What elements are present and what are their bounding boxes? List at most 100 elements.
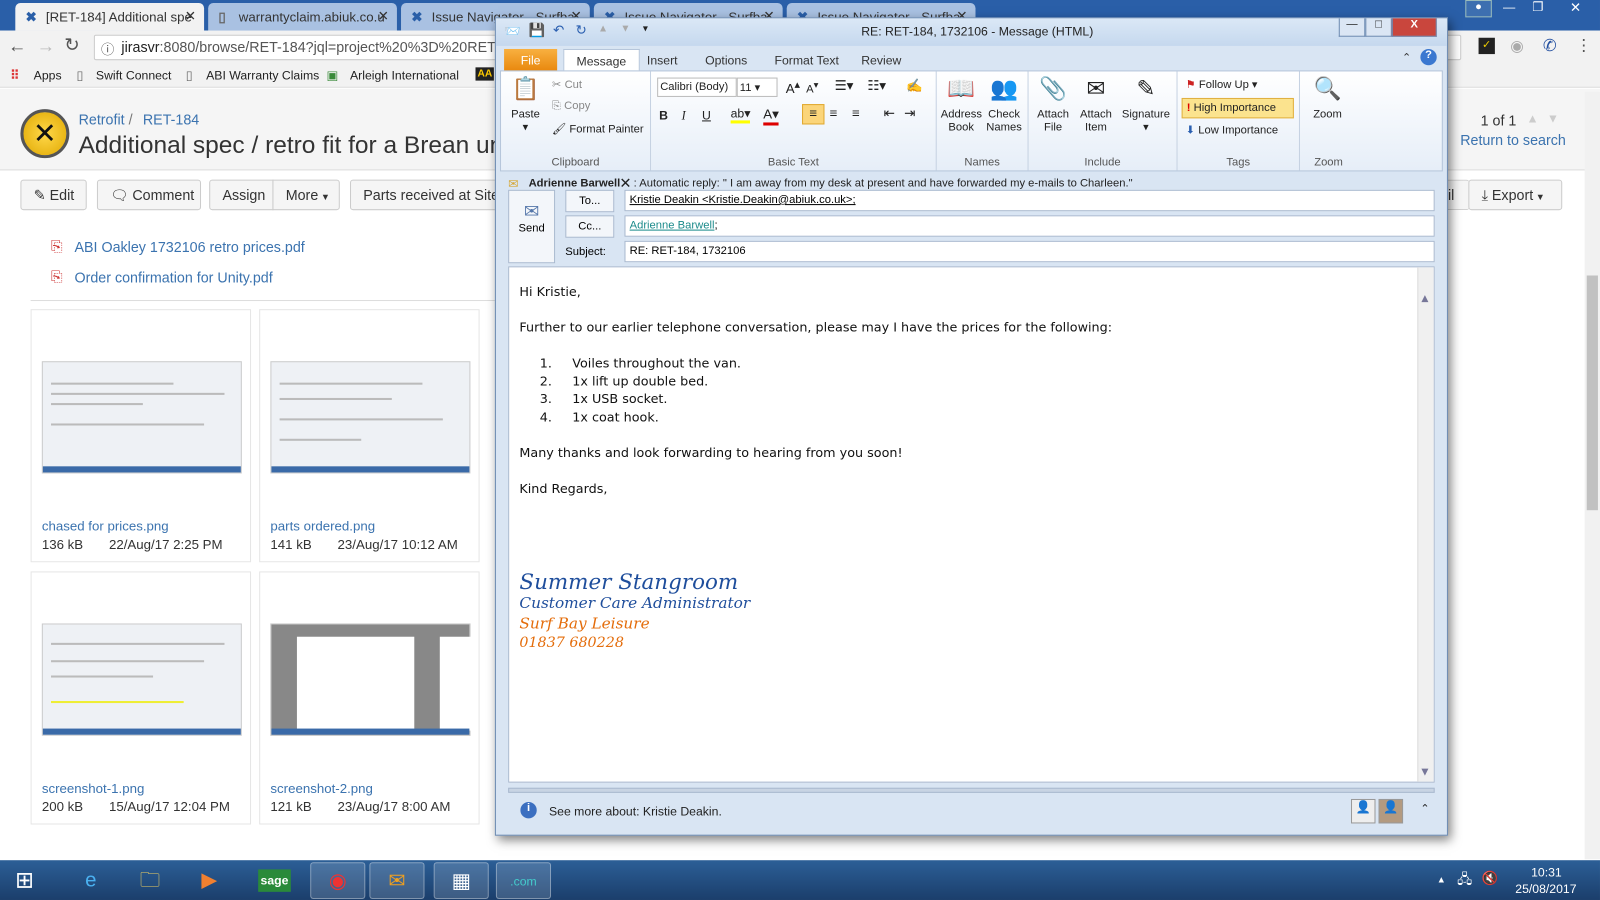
next-item-icon[interactable]: ▼: [620, 23, 630, 34]
expand-people-pane-icon[interactable]: ⌃: [1420, 802, 1429, 815]
cc-button[interactable]: Cc...: [565, 215, 615, 238]
minimize-button[interactable]: —: [1496, 0, 1523, 17]
attachment-name[interactable]: screenshot-2.png: [270, 781, 373, 796]
format-painter-button[interactable]: 🖌 Format Painter: [552, 122, 644, 135]
attachment-thumbnail[interactable]: [41, 623, 242, 736]
italic-icon[interactable]: I: [682, 108, 686, 123]
file-explorer-icon[interactable]: 🗀: [122, 862, 177, 899]
start-button[interactable]: ⊞: [2, 862, 47, 899]
highlight-icon[interactable]: ab▾: [730, 106, 751, 124]
tab-format-text[interactable]: Format Text: [762, 49, 851, 70]
attachment-card[interactable]: parts ordered.png 141 kB 23/Aug/17 10:12…: [259, 309, 480, 563]
forward-icon[interactable]: →: [37, 36, 55, 57]
collapse-ribbon-icon[interactable]: ⌃: [1402, 51, 1411, 64]
redo-icon[interactable]: ↻: [576, 22, 587, 38]
bold-icon[interactable]: B: [659, 108, 668, 122]
user-icon[interactable]: ●: [1465, 0, 1492, 18]
address-book-button[interactable]: 📖 Address Book: [941, 73, 982, 134]
workflow-button[interactable]: Parts received at Site: [349, 179, 514, 211]
close-button[interactable]: ✕: [1557, 0, 1594, 17]
browser-tab[interactable]: ✖ [RET-184] Additional spe ✕: [15, 3, 205, 31]
message-body[interactable]: Hi Kristie, Further to our earlier telep…: [508, 266, 1435, 783]
send-button[interactable]: ✉ Send: [508, 189, 556, 264]
maximize-button[interactable]: □: [1365, 18, 1392, 37]
media-player-icon[interactable]: ▶: [182, 862, 237, 899]
scroll-down-icon[interactable]: ▼: [1421, 767, 1428, 777]
subject-field[interactable]: RE: RET-184, 1732106: [624, 240, 1435, 263]
close-icon[interactable]: ✕: [378, 8, 389, 24]
close-icon[interactable]: ✕: [185, 8, 196, 24]
close-button[interactable]: X: [1391, 18, 1437, 37]
bookmark-arleigh-international[interactable]: Arleigh International: [350, 68, 459, 82]
export-button[interactable]: ⤓ Export ▼: [1468, 179, 1563, 211]
bookmark-abi-warranty-claims[interactable]: ABI Warranty Claims: [206, 68, 319, 82]
outlook-icon[interactable]: ✉: [369, 862, 425, 899]
font-color-icon[interactable]: A▾: [763, 106, 779, 126]
help-icon[interactable]: ?: [1420, 48, 1437, 66]
undo-icon[interactable]: ↶: [553, 22, 564, 38]
minimize-button[interactable]: —: [1338, 18, 1366, 37]
check-names-button[interactable]: 👥 Check Names: [984, 73, 1025, 134]
calendar-app-icon[interactable]: ▦: [433, 862, 489, 899]
to-button[interactable]: To...: [565, 189, 615, 213]
to-field[interactable]: Kristie Deakin <Kristie.Deakin@abiuk.co.…: [624, 189, 1435, 212]
restore-button[interactable]: ❐: [1524, 0, 1551, 17]
body-scrollbar[interactable]: ▲ ▼: [1417, 267, 1434, 782]
volume-muted-icon[interactable]: 🔇: [1482, 870, 1499, 886]
previous-item-icon[interactable]: ▲: [598, 23, 608, 34]
attachment-link[interactable]: Order confirmation for Unity.pdf: [74, 269, 272, 285]
cut-button[interactable]: ✂ Cut: [552, 78, 582, 91]
browser-tab[interactable]: ▯ warrantyclaim.abiuk.co.u ✕: [208, 3, 397, 31]
phone-extension-icon[interactable]: ✆: [1543, 36, 1557, 56]
assign-button[interactable]: Assign: [209, 179, 274, 211]
attachment-thumbnail[interactable]: [270, 623, 472, 736]
follow-up-button[interactable]: ⚑ Follow Up ▾: [1186, 78, 1258, 91]
return-to-search-link[interactable]: Return to search: [1460, 132, 1566, 148]
comment-button[interactable]: 🗨 Comment: [96, 179, 202, 211]
bookmark-apps[interactable]: Apps: [34, 68, 62, 82]
tab-file[interactable]: File: [504, 48, 558, 71]
tab-options[interactable]: Options: [693, 49, 760, 70]
more-button[interactable]: More ▼: [272, 179, 340, 211]
attachment-card[interactable]: chased for prices.png 136 kB 22/Aug/17 2…: [30, 309, 252, 563]
attachment-link[interactable]: ABI Oakley 1732106 retro prices.pdf: [74, 239, 304, 255]
low-importance-button[interactable]: ⬇ Low Importance: [1186, 123, 1278, 136]
attachment-thumbnail[interactable]: [41, 361, 242, 474]
shrink-font-icon[interactable]: A▾: [806, 80, 818, 96]
styles-icon[interactable]: ✍: [906, 78, 923, 94]
back-icon[interactable]: ←: [8, 36, 26, 57]
save-icon[interactable]: 💾: [529, 22, 546, 38]
cc-field[interactable]: Adrienne Barwell;: [624, 215, 1435, 237]
align-right-icon[interactable]: ≡: [852, 105, 860, 120]
decrease-indent-icon[interactable]: ⇤: [884, 105, 895, 121]
copy-button[interactable]: ⎘ Copy: [552, 100, 590, 113]
font-size-select[interactable]: 11 ▾: [736, 77, 778, 97]
customize-toolbar-icon[interactable]: ▾: [643, 23, 648, 34]
signature-button[interactable]: ✎ Signature ▾: [1118, 73, 1173, 134]
people-pane-splitter[interactable]: [508, 787, 1435, 793]
attach-file-button[interactable]: 📎 Attach File: [1033, 73, 1074, 134]
tab-insert[interactable]: Insert: [635, 49, 690, 70]
attachment-name[interactable]: chased for prices.png: [42, 518, 169, 533]
page-scrollbar[interactable]: [1584, 91, 1600, 860]
scroll-up-icon[interactable]: ▲: [1421, 294, 1428, 304]
align-left-icon[interactable]: ≡: [802, 104, 825, 125]
edit-button[interactable]: ✎ Edit: [20, 179, 87, 211]
breadcrumb-project[interactable]: Retrofit: [79, 111, 125, 127]
contact-photo[interactable]: 👤: [1378, 798, 1404, 824]
previous-issue-icon[interactable]: ▲: [1527, 111, 1539, 125]
network-icon[interactable]: 🖧: [1457, 870, 1472, 892]
paste-button[interactable]: 📋 Paste ▾: [505, 73, 546, 134]
clock-time[interactable]: 10:31: [1518, 865, 1574, 879]
cc-recipient[interactable]: Adrienne Barwell: [630, 219, 715, 231]
breadcrumb-issue[interactable]: RET-184: [143, 111, 199, 127]
chrome-icon[interactable]: ◉: [310, 862, 366, 899]
attachment-thumbnail[interactable]: [270, 361, 471, 474]
bookmark-swift-connect[interactable]: Swift Connect: [96, 68, 172, 82]
high-importance-button[interactable]: ! High Importance: [1181, 97, 1294, 119]
contact-avatar[interactable]: 👤: [1351, 798, 1376, 824]
menu-icon[interactable]: ⋮: [1575, 36, 1591, 56]
increase-indent-icon[interactable]: ⇥: [904, 105, 915, 121]
zoom-button[interactable]: 🔍 Zoom: [1304, 73, 1351, 121]
reload-icon[interactable]: ↻: [64, 35, 79, 56]
